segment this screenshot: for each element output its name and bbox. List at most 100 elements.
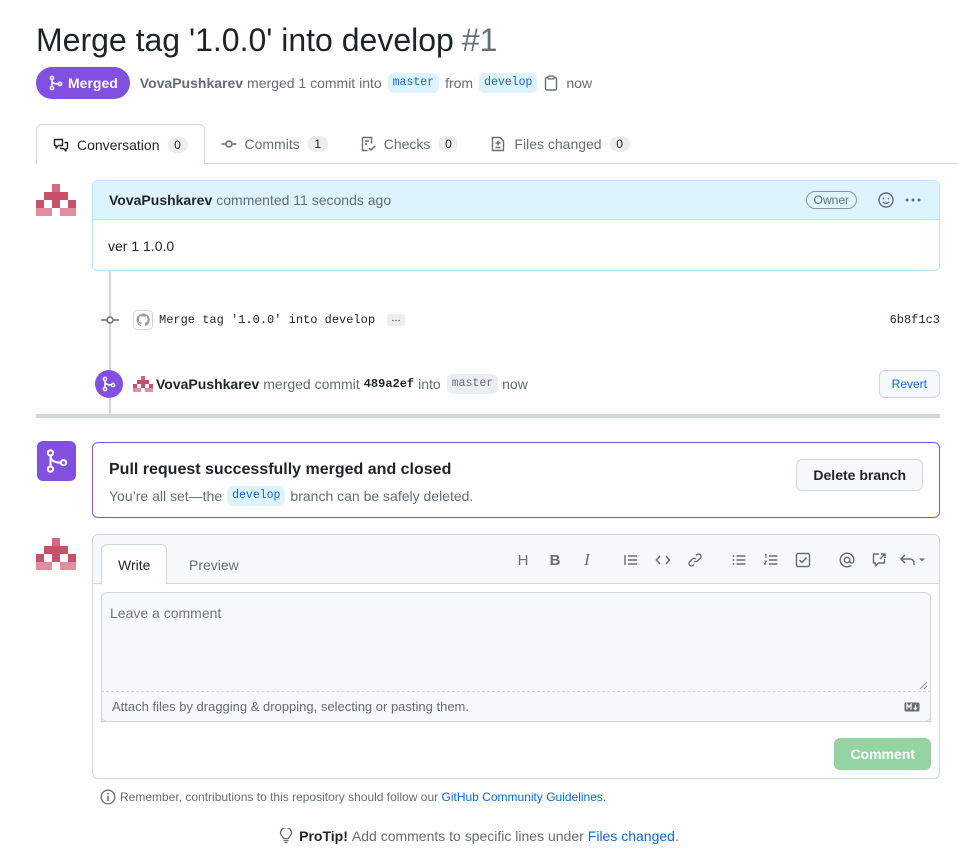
comment-box: VovaPushkarev commented 11 seconds ago O… [92,180,940,271]
delete-branch-button[interactable]: Delete branch [796,459,923,491]
checklist-icon [361,136,376,152]
revert-button[interactable]: Revert [878,370,940,398]
tab-conversation[interactable]: Conversation 0 [36,124,205,165]
git-merge-icon [95,370,123,398]
tab-write[interactable]: Write [101,544,168,585]
git-commit-icon [100,313,120,327]
comment-discussion-icon [53,138,69,152]
tab-counter: 0 [167,136,188,153]
bold-icon[interactable]: B [539,548,571,572]
comment-submit-button[interactable]: Comment [834,738,931,770]
pr-number: #1 [461,22,498,58]
italic-icon[interactable]: I [571,548,603,572]
protip-end: . [674,828,679,844]
protip: ProTip! Add comments to specific lines u… [0,826,958,846]
tab-checks[interactable]: Checks 0 [344,124,475,164]
guidelines-note: Remember, contributions to this reposito… [100,787,606,807]
avatar[interactable] [36,180,76,220]
comment-action: commented 11 seconds ago [216,192,392,208]
page-title: Merge tag '1.0.0' into develop #1 [36,22,497,59]
link-icon[interactable] [679,548,711,572]
kebab-menu-icon[interactable] [903,191,923,209]
attach-text: Attach files by dragging & dropping, sel… [112,699,469,714]
guidelines-end: . [602,790,607,804]
attach-files-bar[interactable]: Attach files by dragging & dropping, sel… [101,691,931,722]
git-merge-icon [49,75,63,91]
state-label: Merged [68,75,118,91]
unordered-list-icon[interactable] [723,548,755,572]
owner-badge: Owner [805,191,857,209]
git-merge-icon [37,441,76,481]
comment-header: VovaPushkarev commented 11 seconds ago O… [93,181,939,220]
markdown-toolbar: H B I [507,548,931,572]
expand-commit-button[interactable]: … [387,314,406,326]
author-link[interactable]: VovaPushkarev [140,75,243,91]
pr-time: now [566,75,593,91]
tab-files-changed[interactable]: Files changed 0 [474,124,645,164]
from-text: from [445,75,474,91]
reply-icon[interactable] [895,548,931,572]
commit-sha-link[interactable]: 6b8f1c3 [890,313,940,327]
tab-label: Checks [383,136,431,152]
resize-handle-icon[interactable] [918,677,928,693]
avatar[interactable] [133,374,153,394]
tab-counter: 0 [438,136,459,152]
tab-label: Commits [244,136,300,152]
tab-counter: 0 [609,136,630,152]
merged-status-box: Pull request successfully merged and clo… [92,442,940,518]
comment-placeholder: Leave a comment [110,605,222,621]
commit-row: Merge tag '1.0.0' into develop … 6b8f1c3 [100,308,940,332]
protip-text: Add comments to specific lines under [351,828,584,844]
tab-commits[interactable]: Commits 1 [205,124,344,164]
merge-target-branch[interactable]: master [446,374,499,394]
pr-tabs: Conversation 0 Commits 1 Checks 0 Files cha… [36,124,958,165]
protip-label: ProTip! [299,828,348,844]
commit-message-link[interactable]: Merge tag '1.0.0' into develop [159,313,375,327]
merged-subtitle: You’re all set—the develop branch can be… [109,486,473,506]
timeline-divider [36,414,940,418]
markdown-icon[interactable] [904,702,920,712]
head-branch[interactable]: develop [479,73,538,93]
tab-label: Files changed [514,136,602,152]
deletable-branch[interactable]: develop [227,486,286,506]
merged-state-badge: Merged [36,67,130,99]
files-changed-link[interactable]: Files changed [588,828,675,844]
avatar [36,534,76,574]
merge-event: VovaPushkarev merged commit 489a2ef into… [95,369,940,399]
merge-author[interactable]: VovaPushkarev [156,376,259,392]
merged-text: merged 1 commit into [247,75,382,91]
merge-action: merged commit [263,376,360,392]
guidelines-text: Remember, contributions to this reposito… [120,790,439,804]
smiley-icon[interactable] [877,191,895,209]
comment-body: ver 1 1.0.0 [108,238,175,254]
heading-icon[interactable]: H [507,548,539,572]
guidelines-link[interactable]: GitHub Community Guidelines [442,790,603,804]
github-avatar [133,310,153,330]
merge-commit-sha[interactable]: 489a2ef [364,377,414,391]
pr-title: Merge tag '1.0.0' into develop [36,22,454,58]
task-list-icon[interactable] [787,548,819,572]
editor-header: Write Preview H B I [93,535,939,585]
copy-icon[interactable] [544,75,558,91]
pr-meta: Merged VovaPushkarev merged 1 commit int… [36,67,592,99]
tab-counter: 1 [307,136,328,152]
base-branch[interactable]: master [387,73,440,93]
info-icon [100,789,116,805]
code-icon[interactable] [647,548,679,572]
mention-icon[interactable] [831,548,863,572]
comment-editor: Write Preview H B I Leave a comment Atta… [92,534,940,779]
cross-reference-icon[interactable] [863,548,895,572]
quote-icon[interactable] [615,548,647,572]
merged-sub-after: branch can be safely deleted. [290,488,474,504]
tab-label: Conversation [77,136,160,153]
file-diff-icon [492,136,505,152]
into-text: into [418,376,441,392]
light-bulb-icon [279,828,293,844]
merge-time: now [502,376,528,392]
tab-preview[interactable]: Preview [173,544,255,585]
ordered-list-icon[interactable] [755,548,787,572]
merged-title: Pull request successfully merged and clo… [109,461,452,478]
comment-author[interactable]: VovaPushkarev [109,192,212,208]
merged-sub-before: You’re all set—the [109,488,223,504]
git-commit-icon [221,140,236,148]
